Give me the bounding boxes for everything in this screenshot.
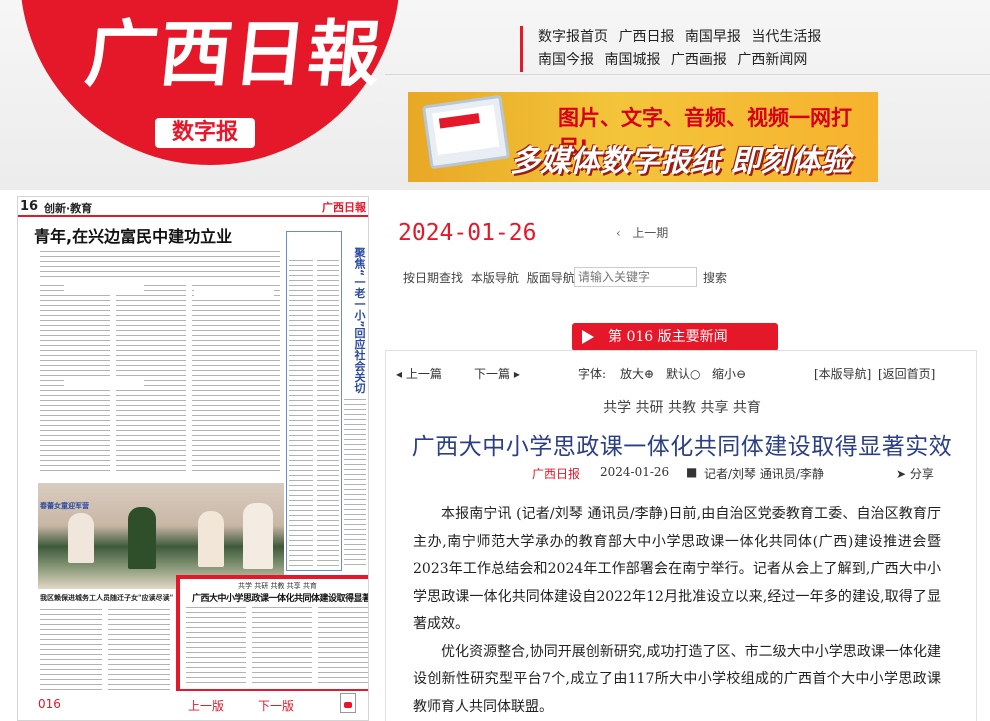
thumbnail-bottom-head[interactable]: 我区赖保进城务工人员随迁子女"应读尽读" xyxy=(40,593,173,603)
chevron-left-icon: ‹ xyxy=(616,226,633,240)
next-article-link[interactable]: 下一篇 ▸ xyxy=(474,365,520,382)
thumbnail-text-block xyxy=(40,607,102,691)
font-default-button[interactable]: 默认○ xyxy=(666,365,701,382)
article-paragraph: 本报南宁讯 (记者/刘琴 通讯员/李静)日前,由自治区党委教育工委、自治区教育厅… xyxy=(413,506,941,632)
link-digital-home[interactable]: 数字报首页 xyxy=(538,29,608,45)
prev-article-link[interactable]: ◂ 上一篇 xyxy=(396,365,442,382)
thumbnail-text-block xyxy=(40,249,280,277)
issue-navbar: 按日期查找 本版导航 版面导航 xyxy=(403,269,579,286)
thumbnail-footer: 016 上一版 下一版 xyxy=(18,691,368,720)
next-article-label: 下一篇 xyxy=(474,367,511,381)
font-smaller-label: 缩小 xyxy=(712,367,737,381)
next-page-link[interactable]: 下一版 xyxy=(258,697,294,714)
font-size-label: 字体: xyxy=(578,367,607,381)
monitor-icon xyxy=(421,94,511,170)
author-square-icon: ■ xyxy=(686,465,698,479)
search-button[interactable]: 搜索 xyxy=(703,269,727,286)
thumbnail-subhead xyxy=(64,281,144,291)
circle-icon: ○ xyxy=(690,367,701,381)
prev-issue-link[interactable]: ‹ 上一期 xyxy=(616,224,668,241)
minus-circle-icon: ⊖ xyxy=(736,367,747,381)
page-thumbnail[interactable]: 16 创新·教育 广西日報 青年,在兴边富民中建功立业 聚焦“一老一小”回应社会… xyxy=(17,196,369,721)
article-title: 广西大中小学思政课一体化共同体建设取得显著实效 xyxy=(411,434,953,460)
thumbnail-logo: 广西日報 xyxy=(322,201,366,214)
highlight-tags: 共学 共研 共教 共享 共育 xyxy=(238,582,317,590)
layout-nav-link[interactable]: 版面导航 xyxy=(527,271,575,285)
thumbnail-text-block xyxy=(317,258,339,568)
article-tags: 共学 共研 共教 共享 共育 xyxy=(603,400,761,416)
thumbnail-photo-caption: 春蕾女童迎军营 xyxy=(40,501,89,510)
footer-page-number: 016 xyxy=(38,697,61,711)
font-larger-label: 放大 xyxy=(620,367,645,381)
thumbnail-side-head[interactable]: 聚焦“一老一小”回应社会关切 xyxy=(351,247,367,393)
site-header: 广西日報 数字报 数字报首页 广西日报 南国早报 当代生活报 南国今报 南国城报… xyxy=(0,0,990,190)
article-panel: ◂ 上一篇 下一篇 ▸ 字体: 放大⊕ 默认○ 缩小⊖ [本版导航] [返回首页… xyxy=(385,350,977,721)
thumbnail-page-number: 16 xyxy=(20,199,39,214)
share-button[interactable]: ➤ 分享 xyxy=(896,465,934,482)
link-guangxi-daily[interactable]: 广西日报 xyxy=(618,29,674,45)
multimedia-banner[interactable]: 图片、文字、音频、视频一网打尽! 多媒体数字报纸 即刻体验 xyxy=(408,92,878,182)
banner-headline: 多媒体数字报纸 即刻体验 xyxy=(510,144,851,179)
thumbnail-text-block xyxy=(108,607,170,691)
article-page-nav-link[interactable]: [本版导航] xyxy=(814,365,871,382)
page-nav-link[interactable]: 本版导航 xyxy=(471,271,519,285)
find-by-date-link[interactable]: 按日期查找 xyxy=(403,271,463,285)
thumbnail-text-block xyxy=(186,605,246,687)
article-paragraph: 优化资源整合,协同开展创新研究,成功打造了区、市二级大中小学思政课一体化建设创新… xyxy=(413,643,941,715)
thumbnail-subhead xyxy=(194,287,274,297)
link-guangxi-pictorial[interactable]: 广西画报 xyxy=(671,52,727,68)
article-source[interactable]: 广西日报 xyxy=(532,465,580,482)
thumbnail-text-block xyxy=(344,397,366,567)
prev-issue-label: 上一期 xyxy=(632,226,669,240)
thumbnail-photo xyxy=(38,483,284,589)
share-label: 分享 xyxy=(909,467,934,481)
header-divider xyxy=(385,74,990,75)
section-pill[interactable]: 第 016 版主要新闻 xyxy=(572,323,778,351)
top-links-row-1: 数字报首页 广西日报 南国早报 当代生活报 xyxy=(538,26,827,49)
keyword-search-input[interactable] xyxy=(574,267,697,287)
thumbnail-page-header: 16 创新·教育 广西日報 xyxy=(18,197,368,217)
thumbnail-section: 创新·教育 xyxy=(44,202,93,215)
top-links: 数字报首页 广西日报 南国早报 当代生活报 南国今报 南国城报 广西画报 广西新… xyxy=(520,26,827,72)
article-body: 本报南宁讯 (记者/刘琴 通讯员/李静)日前,由自治区党委教育工委、自治区教育厅… xyxy=(413,501,941,721)
article-date: 2024-01-26 xyxy=(600,465,670,479)
font-larger-button[interactable]: 放大⊕ xyxy=(620,365,654,382)
thumbnail-sidebar xyxy=(286,231,342,571)
link-nanguo-city[interactable]: 南国城报 xyxy=(604,52,660,68)
selected-article-highlight[interactable]: 共学 共研 共教 共享 共育 广西大中小学思政课一体化共同体建设取得显著实效 xyxy=(176,575,369,693)
return-home-link[interactable]: [返回首页] xyxy=(878,365,935,382)
caret-right-icon: ▸ xyxy=(510,367,520,381)
highlight-title: 广西大中小学思政课一体化共同体建设取得显著实效 xyxy=(192,594,369,604)
issue-date: 2024-01-26 xyxy=(398,220,537,246)
thumbnail-text-block xyxy=(289,258,313,568)
thumbnail-subhead xyxy=(64,377,144,387)
article-authors: 记者/刘琴 通讯员/李静 xyxy=(704,467,824,481)
digital-edition-badge: 数字报 xyxy=(155,118,255,148)
link-contemporary-life[interactable]: 当代生活报 xyxy=(751,29,821,45)
caret-left-icon: ◂ xyxy=(396,367,406,381)
link-guangxi-news[interactable]: 广西新闻网 xyxy=(737,52,807,68)
pdf-download-icon[interactable] xyxy=(340,693,356,713)
link-nanguo-today[interactable]: 南国今报 xyxy=(538,52,594,68)
font-default-label: 默认 xyxy=(666,367,691,381)
top-links-row-2: 南国今报 南国城报 广西画报 广西新闻网 xyxy=(538,49,827,72)
thumbnail-text-block xyxy=(192,283,280,473)
prev-article-label: 上一篇 xyxy=(405,367,442,381)
send-icon: ➤ xyxy=(896,467,910,481)
prev-page-link[interactable]: 上一版 xyxy=(188,697,224,714)
thumbnail-text-block xyxy=(252,605,312,687)
link-nanguo-morning[interactable]: 南国早报 xyxy=(685,29,741,45)
thumbnail-headline[interactable]: 青年,在兴边富民中建功立业 xyxy=(34,223,232,247)
font-smaller-button[interactable]: 缩小⊖ xyxy=(712,365,746,382)
site-logo[interactable]: 广西日報 xyxy=(82,11,387,96)
plus-circle-icon: ⊕ xyxy=(644,367,655,381)
thumbnail-text-block xyxy=(318,605,368,687)
